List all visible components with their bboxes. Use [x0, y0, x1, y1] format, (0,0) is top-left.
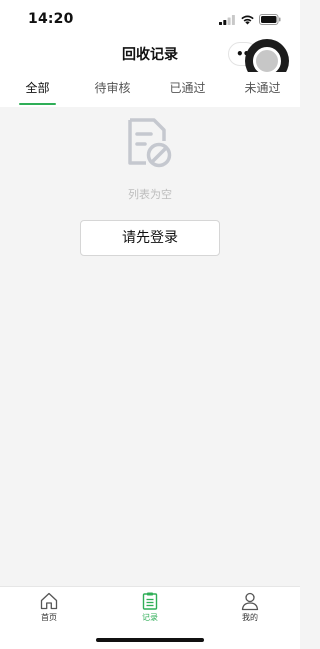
- home-indicator: [96, 638, 204, 642]
- tabbar-item-records[interactable]: 记录: [125, 591, 175, 627]
- status-tabs: 全部 待审核 已通过 未通过: [0, 72, 300, 107]
- wifi-icon: [241, 15, 254, 25]
- tabbar-label-mine: 我的: [242, 613, 258, 622]
- empty-list-text: 列表为空: [128, 188, 172, 201]
- tab-approved[interactable]: 已通过: [150, 72, 225, 107]
- battery-icon: [259, 14, 281, 25]
- tab-rejected[interactable]: 未通过: [225, 72, 300, 107]
- status-time: 14:20: [28, 11, 74, 27]
- header-area: 14:20 回收记录 ••• 全部 待审核 已通过 未通过: [0, 0, 300, 107]
- tab-pending[interactable]: 待审核: [75, 72, 150, 107]
- cellular-signal-icon: [219, 15, 235, 25]
- clipboard-icon: [142, 592, 158, 610]
- tabbar-item-home[interactable]: 首页: [24, 591, 74, 627]
- login-button[interactable]: 请先登录: [80, 220, 220, 256]
- close-circle-icon: [253, 47, 281, 75]
- empty-list-icon: [128, 118, 172, 168]
- tab-all[interactable]: 全部: [0, 72, 75, 107]
- nav-bar: 回收记录 •••: [0, 38, 300, 83]
- tabbar-label-records: 记录: [142, 613, 158, 622]
- user-icon: [241, 592, 259, 611]
- home-icon: [40, 592, 58, 610]
- active-tab-indicator: [19, 103, 56, 105]
- tabbar-label-home: 首页: [41, 613, 57, 622]
- status-bar: 14:20: [0, 0, 300, 38]
- tabbar-item-mine[interactable]: 我的: [225, 591, 275, 627]
